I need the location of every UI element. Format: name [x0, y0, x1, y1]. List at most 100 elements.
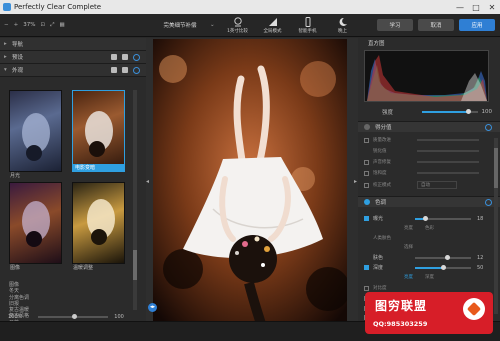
scrollbar-thumb[interactable]: [133, 250, 137, 280]
checkbox[interactable]: [364, 182, 369, 188]
fit-icon[interactable]: ⊡: [40, 22, 45, 28]
look-label: 外观: [12, 68, 24, 74]
gear-icon[interactable]: [122, 67, 128, 73]
section-toggle[interactable]: [364, 199, 370, 205]
chevron-down-icon[interactable]: ⌄: [210, 22, 220, 28]
slider-knob[interactable]: [445, 254, 450, 260]
scrollbar-thumb[interactable]: [494, 148, 498, 188]
main-photo[interactable]: [153, 39, 347, 324]
checkbox[interactable]: [364, 216, 369, 221]
fox-logo-icon: [463, 298, 485, 320]
checkbox[interactable]: [364, 159, 369, 165]
row-slider[interactable]: [417, 161, 479, 163]
gear-icon[interactable]: [122, 54, 128, 60]
checkbox[interactable]: [364, 285, 369, 291]
row-label: 曝光: [373, 216, 384, 222]
row-slider[interactable]: [415, 215, 471, 221]
row-slider[interactable]: [417, 172, 479, 174]
slider-knob[interactable]: [423, 215, 428, 221]
look-thumbnail[interactable]: 月光: [9, 90, 62, 179]
tool-global[interactable]: 全局模式: [255, 14, 290, 37]
score-row: 校正模式 自动: [364, 181, 492, 189]
watermark-qq: QQ:985303259: [373, 320, 428, 328]
strength-value: 100: [114, 313, 124, 320]
checkbox[interactable]: [364, 170, 369, 176]
cancel-button[interactable]: 取消: [418, 19, 454, 31]
row-label: 对比度: [373, 286, 387, 291]
maximize-button[interactable]: □: [468, 3, 484, 12]
radio-option[interactable]: 深度: [425, 274, 434, 280]
zoom-value: 37%: [23, 22, 36, 28]
tool-night[interactable]: 晚上: [325, 14, 360, 37]
watermark-title: 图穷联盟: [375, 299, 428, 313]
radio-option[interactable]: 选择: [404, 244, 413, 250]
help-icon[interactable]: [133, 66, 140, 74]
fullscreen-icon[interactable]: ⤢: [50, 22, 54, 29]
radio-row: 亮度 色彩: [364, 225, 492, 231]
tool-phone[interactable]: 智能手机: [290, 14, 325, 37]
apply-button[interactable]: 应用: [459, 19, 495, 31]
look-thumbnail[interactable]: 图像: [9, 182, 62, 271]
radio-option[interactable]: 亮度: [404, 225, 413, 231]
look-thumbnail-selected[interactable]: 电影变暗: [72, 90, 125, 172]
title-bar: Perfectly Clear Complete — □ ✕: [0, 0, 500, 14]
help-icon[interactable]: [133, 53, 140, 61]
preset-section[interactable]: ▸ 预设: [0, 51, 146, 64]
section-score[interactable]: 得分值: [358, 121, 500, 132]
row-slider[interactable]: [417, 150, 479, 152]
tool-global-label: 全局模式: [263, 28, 282, 34]
row-value: 12: [477, 254, 484, 261]
save-icon[interactable]: [111, 67, 117, 73]
thumbnail-caption: 图像: [10, 265, 21, 271]
checkbox[interactable]: [364, 265, 369, 270]
radio-option[interactable]: 色彩: [425, 225, 434, 231]
help-icon[interactable]: [485, 198, 492, 206]
row-label: 深度: [373, 265, 384, 271]
left-panel: ▸ 导航 ▸ 预设 ▾ 外观 月光 电影变暗 图像 温暖调整 图像 冬天 分离色…: [0, 38, 146, 326]
row-slider[interactable]: [415, 264, 471, 270]
checkbox-placeholder: [364, 149, 369, 154]
compare-toggle-icon[interactable]: ◂▸: [148, 303, 157, 312]
left-scrollbar[interactable]: [133, 90, 137, 310]
close-button[interactable]: ✕: [484, 3, 500, 12]
section-toggle[interactable]: [364, 124, 370, 130]
intensity-label: 强度: [382, 110, 394, 116]
help-icon[interactable]: [485, 123, 492, 131]
look-section[interactable]: ▾ 外观: [0, 64, 146, 77]
right-scrollbar[interactable]: [494, 138, 498, 314]
row-slider[interactable]: [415, 254, 471, 260]
grid-icon[interactable]: ▦: [59, 22, 64, 28]
learn-button[interactable]: 学习: [377, 19, 413, 31]
zoom-in-button[interactable]: +: [14, 22, 19, 28]
image-canvas[interactable]: ◂ ▸ ◂▸: [146, 38, 358, 324]
collapse-right-icon[interactable]: ▸: [354, 178, 357, 185]
preset-label: 预设: [12, 55, 24, 61]
look-thumbnail[interactable]: 温暖调整: [72, 182, 125, 271]
checkbox[interactable]: [364, 137, 369, 143]
slider-fill: [415, 266, 443, 269]
minimize-button[interactable]: —: [452, 3, 468, 12]
row-label: 锐化值: [373, 149, 387, 154]
tool-strip: 1英寸比较 全局模式 智能手机 晚上: [220, 14, 377, 37]
slider-knob[interactable]: [441, 264, 446, 270]
section-color[interactable]: 色调: [358, 196, 500, 207]
tool-compare[interactable]: 1英寸比较: [220, 14, 255, 37]
compare-icon: [233, 16, 242, 26]
preset-dropdown[interactable]: 完美细节补偿: [150, 21, 210, 29]
photo-image: [153, 39, 347, 324]
intensity-slider[interactable]: [422, 109, 478, 114]
radio-option[interactable]: 亮度: [404, 274, 413, 280]
strength-slider[interactable]: [38, 313, 109, 319]
save-icon[interactable]: [111, 54, 117, 60]
slider-knob[interactable]: [72, 313, 78, 319]
mode-dropdown[interactable]: 自动: [417, 181, 457, 189]
row-slider[interactable]: [417, 139, 479, 141]
nav-section[interactable]: ▸ 导航: [0, 38, 146, 51]
app-window: Perfectly Clear Complete — □ ✕ − + 37% ⊡…: [0, 0, 500, 341]
strength-label: 100%: [8, 313, 23, 320]
collapse-left-icon[interactable]: ◂: [146, 178, 149, 185]
list-item[interactable]: 分离色调: [9, 295, 29, 301]
zoom-out-button[interactable]: −: [4, 22, 9, 28]
slider-knob[interactable]: [466, 109, 472, 114]
chevron-down-icon: ▾: [4, 67, 7, 73]
